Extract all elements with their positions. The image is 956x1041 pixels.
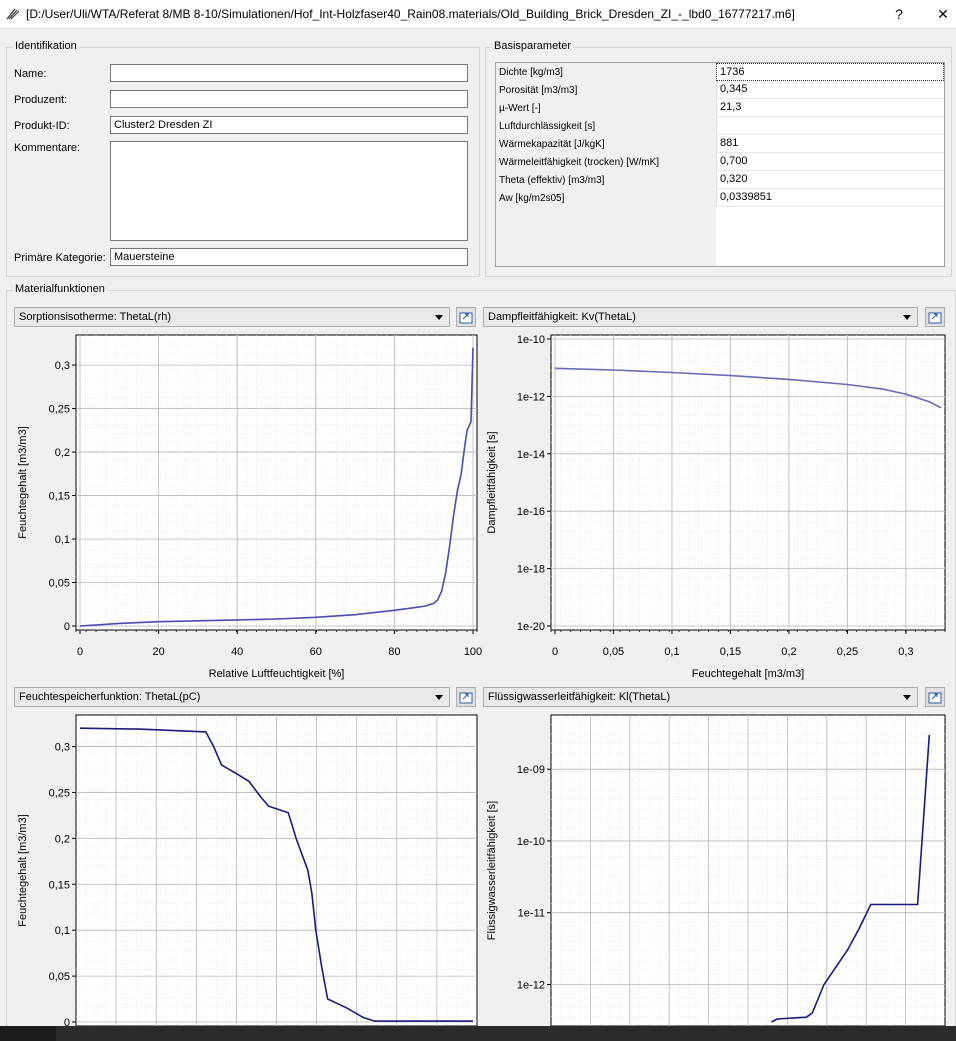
y-tick-label: 0,3 — [55, 360, 70, 372]
y-tick-label: 0,05 — [49, 578, 70, 590]
taskbar-start — [0, 1026, 56, 1041]
y-tick-label: 1e-12 — [517, 391, 545, 403]
y-axis-label: Feuchtegehalt [m3/m3] — [17, 426, 29, 539]
x-tick-label: 0,05 — [603, 646, 624, 658]
y-tick-label: 1e-10 — [517, 334, 545, 346]
y-tick-label: 0,05 — [49, 971, 70, 983]
x-tick-label: 80 — [388, 646, 400, 658]
y-tick-label: 1e-16 — [517, 506, 545, 518]
y-tick-label: 0,3 — [55, 742, 70, 754]
x-tick-label: 40 — [231, 646, 243, 658]
y-axis-label: Feuchtegehalt [m3/m3] — [17, 814, 29, 927]
y-tick-label: 1e-09 — [517, 764, 545, 776]
y-tick-label: 0,2 — [55, 447, 70, 459]
x-tick-label: 60 — [310, 646, 322, 658]
x-tick-label: 100 — [464, 646, 482, 658]
x-axis-label: Feuchtegehalt [m3/m3] — [692, 668, 805, 680]
y-axis-label: Dampfleitfähigkeit [s] — [486, 431, 498, 533]
y-tick-label: 0,25 — [49, 404, 70, 416]
y-tick-label: 1e-18 — [517, 564, 545, 576]
y-tick-label: 1e-14 — [517, 449, 545, 461]
x-tick-label: 0,15 — [720, 646, 741, 658]
x-tick-label: 20 — [152, 646, 164, 658]
y-tick-label: 1e-11 — [518, 908, 545, 920]
y-tick-label: 0 — [64, 621, 70, 633]
x-tick-label: 0,2 — [781, 646, 796, 658]
x-tick-label: 0,25 — [837, 646, 858, 658]
x-tick-label: 0,1 — [664, 646, 679, 658]
y-tick-label: 0,1 — [55, 925, 70, 937]
y-tick-label: 0,25 — [49, 787, 70, 799]
y-axis-label: Flüssigwasserleitfähigkeit [s] — [486, 801, 498, 940]
x-tick-label: 0,3 — [898, 646, 913, 658]
y-tick-label: 0,15 — [49, 879, 70, 891]
x-axis-label: Relative Luftfeuchtigkeit [%] — [209, 668, 345, 680]
material-function-charts: 0 0,05 0,1 0,15 0,2 0,25 0,3 0 20 40 60 80 100 Relati… — [17, 334, 946, 1029]
taskbar — [0, 1026, 956, 1041]
y-tick-label: 0,15 — [49, 491, 70, 503]
y-tick-label: 1e-12 — [517, 979, 545, 991]
y-tick-label: 0,1 — [55, 534, 70, 546]
x-tick-label: 0 — [552, 646, 558, 658]
y-tick-label: 1e-20 — [517, 621, 545, 633]
y-tick-label: 0,2 — [55, 833, 70, 845]
y-tick-label: 1e-10 — [517, 836, 545, 848]
x-tick-label: 0 — [77, 646, 83, 658]
